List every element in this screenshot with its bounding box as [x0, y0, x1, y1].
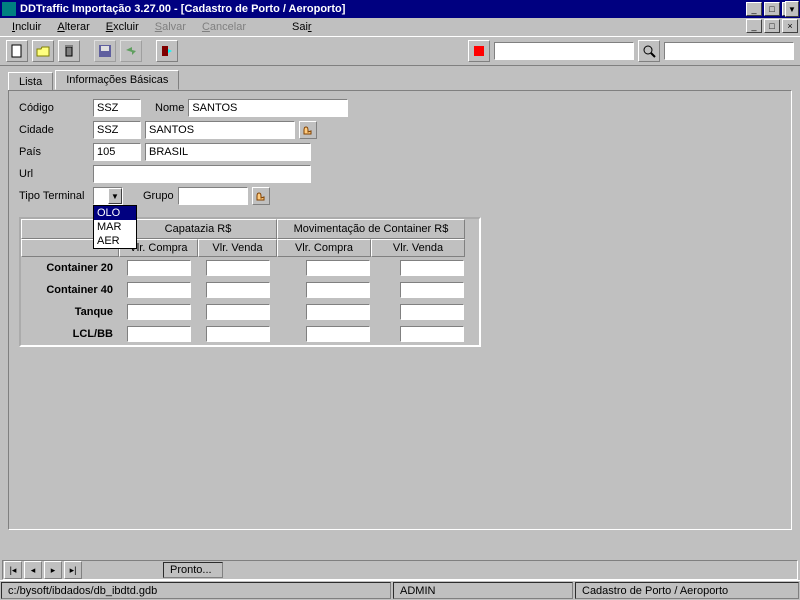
tool-delete-icon[interactable]	[58, 40, 80, 62]
compra-header-2: Vlr. Compra	[277, 239, 371, 257]
nav-prev-button[interactable]: ◂	[24, 561, 42, 579]
maximize-button[interactable]: □	[764, 2, 780, 16]
price-cell-input[interactable]	[127, 282, 191, 298]
nav-next-button[interactable]: ▸	[44, 561, 62, 579]
price-cell-input[interactable]	[127, 304, 191, 320]
toolbar-combo[interactable]	[494, 42, 634, 60]
nav-last-button[interactable]: ▸|	[64, 561, 82, 579]
price-cell-input[interactable]	[306, 304, 370, 320]
tool-open-icon[interactable]	[32, 40, 54, 62]
titlebar: DDTraffic Importação 3.27.00 - [Cadastro…	[0, 0, 800, 18]
child-minimize-button[interactable]: _	[746, 19, 762, 33]
price-cell-input[interactable]	[127, 260, 191, 276]
row-lclbb-label: LCL/BB	[21, 323, 119, 345]
tipo-terminal-dropdown-list[interactable]: OLO MAR AER	[93, 205, 137, 249]
tool-flag-icon[interactable]	[468, 40, 490, 62]
tool-undo-icon[interactable]	[120, 40, 142, 62]
app-icon	[2, 2, 16, 16]
nav-first-button[interactable]: |◂	[4, 561, 22, 579]
nome-input[interactable]	[188, 99, 348, 117]
menubar: Incluir Alterar Excluir Salvar Cancelar …	[0, 18, 800, 36]
menu-alterar[interactable]: Alterar	[49, 19, 97, 35]
cidade-name-input[interactable]	[145, 121, 295, 139]
price-cell-input[interactable]	[206, 304, 270, 320]
price-cell-input[interactable]	[206, 282, 270, 298]
menu-incluir[interactable]: Incluir	[4, 19, 49, 35]
window-title: DDTraffic Importação 3.27.00 - [Cadastro…	[20, 3, 746, 15]
row-container40-label: Container 40	[21, 279, 119, 301]
pricing-grid: Capatazia R$ Movimentação de Container R…	[19, 217, 481, 347]
price-cell-input[interactable]	[400, 282, 464, 298]
tab-lista[interactable]: Lista	[8, 72, 53, 92]
codigo-label: Código	[19, 102, 89, 114]
url-input[interactable]	[93, 165, 311, 183]
chevron-down-icon[interactable]: ▼	[108, 188, 122, 204]
menu-cancelar: Cancelar	[194, 19, 254, 35]
tipo-option-mar[interactable]: MAR	[94, 220, 136, 234]
movimentacao-header: Movimentação de Container R$	[277, 219, 465, 239]
form-panel: Código Nome Cidade País Url Tipo Termina…	[8, 90, 792, 530]
pais-label: País	[19, 146, 89, 158]
price-cell-input[interactable]	[306, 282, 370, 298]
pais-name-input[interactable]	[145, 143, 311, 161]
tool-save-icon[interactable]	[94, 40, 116, 62]
price-cell-input[interactable]	[127, 326, 191, 342]
price-cell-input[interactable]	[400, 260, 464, 276]
menu-sair[interactable]: Sair	[284, 19, 320, 35]
tool-new-icon[interactable]	[6, 40, 28, 62]
tab-informacoes-basicas[interactable]: Informações Básicas	[55, 70, 179, 90]
nome-label: Nome	[155, 102, 184, 114]
child-close-button[interactable]: ×	[782, 19, 798, 33]
cidade-label: Cidade	[19, 124, 89, 136]
grupo-input[interactable]	[178, 187, 248, 205]
nav-status: Pronto...	[163, 562, 223, 578]
tab-strip: Lista Informações Básicas	[0, 66, 800, 90]
url-label: Url	[19, 168, 89, 180]
child-maximize-button[interactable]: □	[764, 19, 780, 33]
tool-exit-icon[interactable]	[156, 40, 178, 62]
toolbar-combo-dropdown-icon[interactable]: ▼	[785, 1, 799, 17]
capatazia-header: Capatazia R$	[119, 219, 277, 239]
tool-search-icon[interactable]	[638, 40, 660, 62]
cidade-lookup-button[interactable]	[299, 121, 317, 139]
toolbar-search-input[interactable]	[664, 42, 794, 60]
cidade-code-input[interactable]	[93, 121, 141, 139]
hand-icon	[255, 190, 267, 202]
grupo-lookup-button[interactable]	[252, 187, 270, 205]
price-cell-input[interactable]	[206, 326, 270, 342]
status-db-path: c:/bysoft/ibdados/db_ibdtd.gdb	[1, 582, 391, 599]
toolbar: ▼	[0, 36, 800, 66]
record-navigator: |◂ ◂ ▸ ▸| Pronto...	[2, 560, 798, 580]
hand-icon	[302, 124, 314, 136]
price-cell-input[interactable]	[400, 326, 464, 342]
price-cell-input[interactable]	[306, 326, 370, 342]
tipo-option-aer[interactable]: AER	[94, 234, 136, 248]
price-cell-input[interactable]	[206, 260, 270, 276]
statusbar: c:/bysoft/ibdados/db_ibdtd.gdb ADMIN Cad…	[0, 580, 800, 600]
venda-header-2: Vlr. Venda	[371, 239, 465, 257]
status-user: ADMIN	[393, 582, 573, 599]
tipo-terminal-label: Tipo Terminal	[19, 190, 89, 202]
row-tanque-label: Tanque	[21, 301, 119, 323]
price-cell-input[interactable]	[400, 304, 464, 320]
grupo-label: Grupo	[143, 190, 174, 202]
menu-salvar: Salvar	[147, 19, 194, 35]
price-cell-input[interactable]	[306, 260, 370, 276]
venda-header-1: Vlr. Venda	[198, 239, 277, 257]
minimize-button[interactable]: _	[746, 2, 762, 16]
status-module: Cadastro de Porto / Aeroporto	[575, 582, 799, 599]
pais-code-input[interactable]	[93, 143, 141, 161]
codigo-input[interactable]	[93, 99, 141, 117]
tipo-option-olo[interactable]: OLO	[94, 206, 136, 220]
row-container20-label: Container 20	[21, 257, 119, 279]
menu-excluir[interactable]: Excluir	[98, 19, 147, 35]
